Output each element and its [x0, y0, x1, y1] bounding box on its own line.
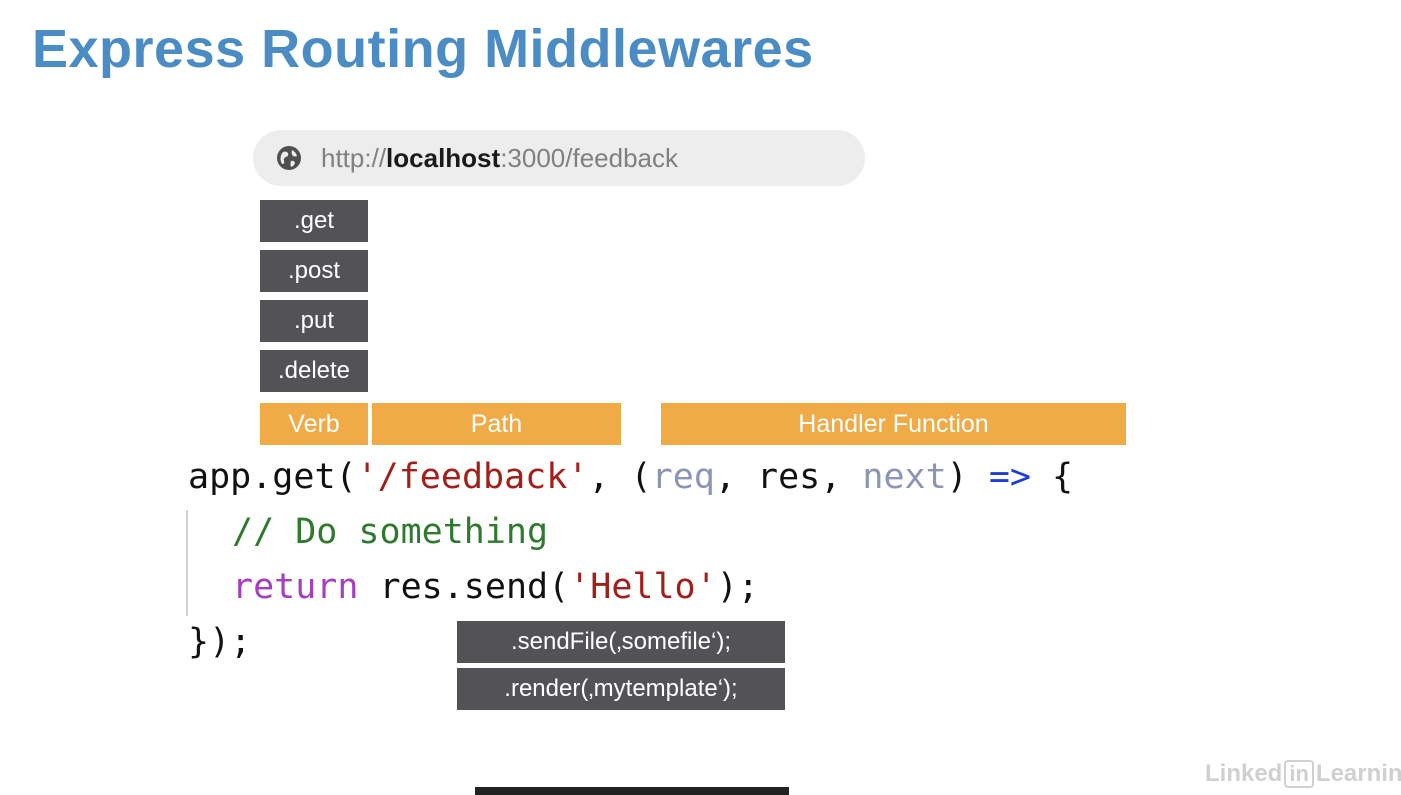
url-text: http://localhost:3000/feedback	[321, 143, 678, 174]
url-host: localhost	[386, 142, 501, 173]
logo-in: in	[1284, 760, 1314, 788]
indent-guide	[186, 510, 188, 616]
code-return: return	[232, 567, 359, 607]
code-app: app	[188, 457, 252, 497]
code-arrow: =>	[988, 457, 1031, 497]
code-send-call: res.send(	[379, 567, 570, 607]
code-sep-2: ,	[820, 457, 863, 497]
code-sep-1: ,	[714, 457, 757, 497]
code-open-paren: (	[335, 457, 357, 497]
url-bar[interactable]: http://localhost:3000/feedback	[253, 130, 865, 186]
code-comma: ,	[588, 457, 631, 497]
code-end: );	[716, 567, 759, 607]
code-param-res: res	[757, 457, 821, 497]
code-line-3: return res.send('Hello');	[232, 567, 759, 607]
globe-icon	[275, 144, 303, 172]
code-param-open: (	[630, 457, 652, 497]
verb-put: .put	[260, 300, 368, 342]
verb-delete: .delete	[260, 350, 368, 392]
code-path-string: '/feedback'	[356, 457, 589, 497]
code-line-1: app.get('/feedback', (req, res, next) =>…	[188, 457, 1073, 497]
handler-label: Handler Function	[661, 403, 1126, 445]
code-comment: // Do something	[232, 512, 549, 552]
verb-get: .get	[260, 200, 368, 242]
code-dot: .	[251, 457, 273, 497]
logo-prefix: Linked	[1205, 760, 1283, 787]
slide-title: Express Routing Middlewares	[32, 19, 814, 79]
code-hello-string: 'Hello'	[569, 567, 717, 607]
code-brace: {	[1030, 457, 1074, 497]
progress-bar	[475, 787, 789, 795]
code-line-4: });	[188, 622, 252, 662]
sendfile-method: .sendFile(‚somefile‘);	[457, 621, 785, 663]
url-protocol: http://	[321, 142, 387, 173]
code-param-next: next	[862, 457, 947, 497]
linkedin-learning-logo: LinkedinLearning	[1205, 760, 1401, 788]
code-method: get	[272, 457, 336, 497]
code-param-req: req	[651, 457, 715, 497]
verb-post: .post	[260, 250, 368, 292]
path-label: Path	[372, 403, 621, 445]
code-param-close: )	[946, 457, 989, 497]
verb-label: Verb	[260, 403, 368, 445]
logo-suffix: Learning	[1315, 760, 1401, 787]
render-method: .render(‚mytemplate‘);	[457, 668, 785, 710]
url-path: :3000/feedback	[500, 142, 678, 173]
